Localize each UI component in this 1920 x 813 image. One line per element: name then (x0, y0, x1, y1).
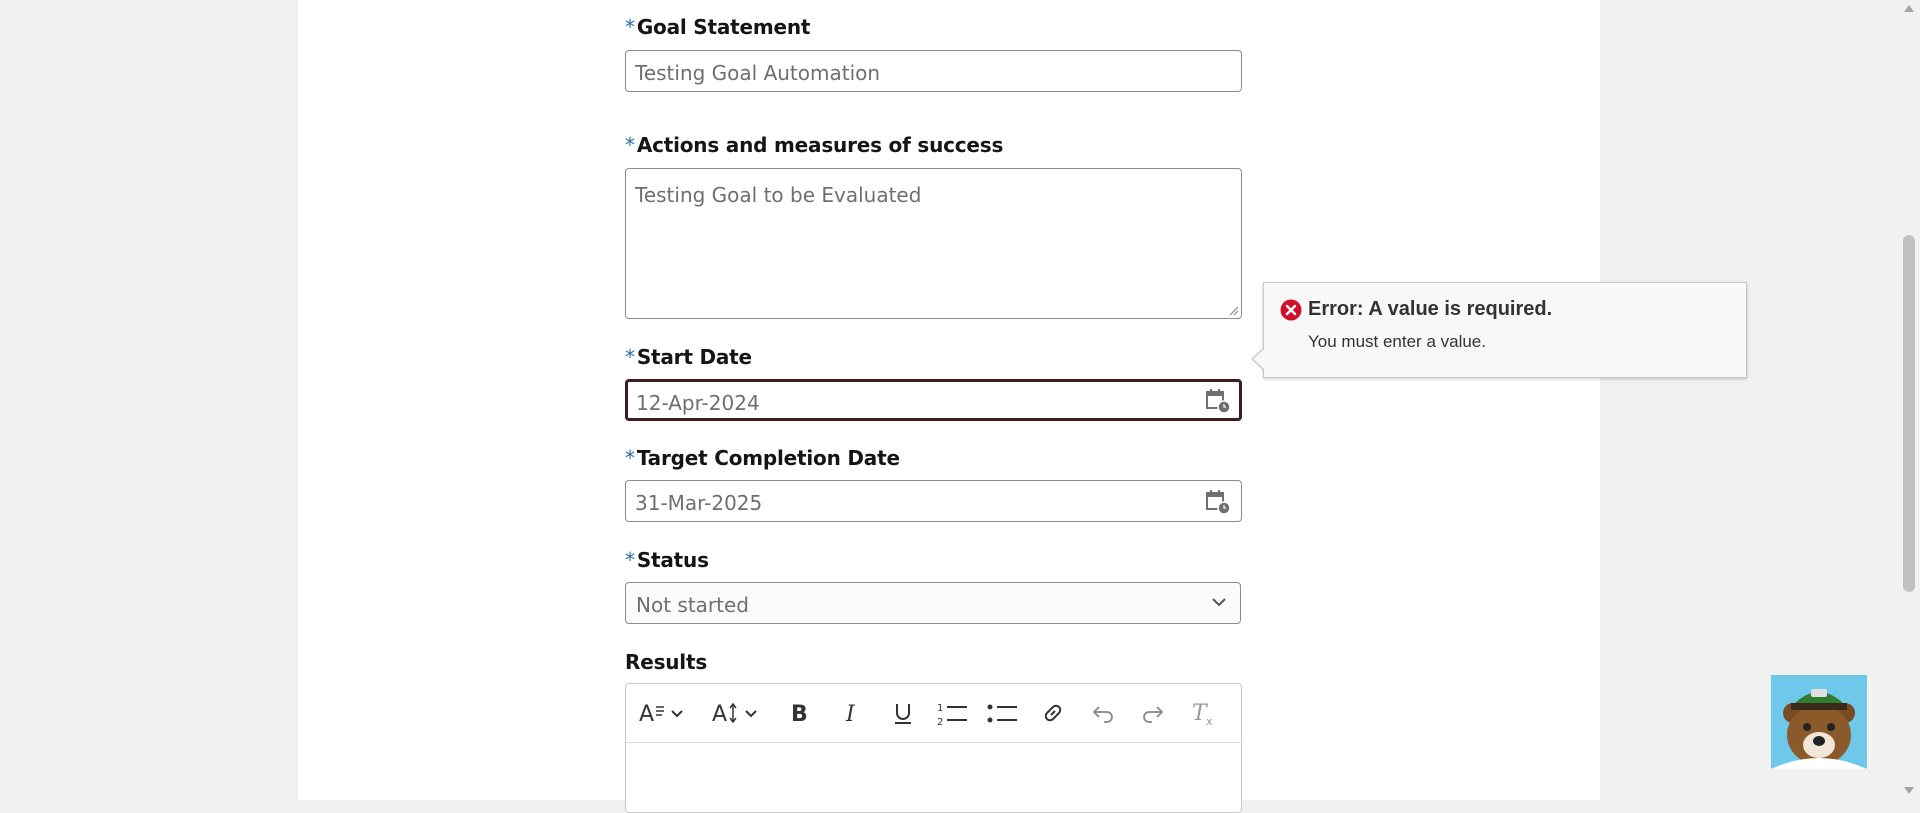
error-title: Error: A value is required. (1308, 298, 1553, 320)
bold-button[interactable]: B (785, 698, 815, 728)
numbered-list-icon: 1 2 (937, 703, 967, 728)
redo-button[interactable] (1138, 698, 1168, 728)
start-date-value: 12-Apr-2024 (636, 391, 760, 415)
target-date-label: * Target Completion Date (625, 446, 900, 470)
resize-handle-icon[interactable] (1229, 306, 1239, 316)
status-value: Not started (636, 593, 749, 617)
status-select[interactable]: Not started (625, 582, 1241, 624)
font-style-button[interactable]: A (639, 698, 685, 728)
target-date-value: 31-Mar-2025 (635, 491, 763, 515)
start-date-input[interactable]: 12-Apr-2024 (625, 379, 1242, 421)
tooltip-arrow-inner (1253, 348, 1265, 370)
required-marker: * (625, 15, 635, 39)
bulleted-list-button[interactable] (985, 698, 1019, 728)
actions-label: * Actions and measures of success (625, 133, 1003, 157)
bulleted-list-icon (987, 704, 1017, 723)
clear-formatting-icon: T x (1192, 701, 1213, 728)
results-editor[interactable]: A A B I 1 2 T x (625, 683, 1242, 813)
required-marker: * (625, 345, 635, 369)
svg-text:A: A (639, 702, 654, 727)
required-marker: * (625, 446, 635, 470)
status-label-text: Status (636, 548, 709, 572)
bold-icon: B (791, 702, 808, 727)
bear-mascot-icon (1771, 689, 1867, 769)
italic-icon: I (845, 702, 856, 727)
goal-statement-label-text: Goal Statement (636, 15, 811, 39)
start-date-label-text: Start Date (636, 345, 752, 369)
scroll-up-arrow-icon[interactable] (1903, 3, 1915, 13)
redo-icon (1143, 706, 1164, 723)
required-marker: * (625, 548, 635, 572)
svg-text:2: 2 (937, 717, 943, 728)
start-date-label: * Start Date (625, 345, 752, 369)
goal-statement-value: Testing Goal Automation (635, 61, 881, 85)
actions-textarea[interactable]: Testing Goal to be Evaluated (625, 168, 1242, 319)
calendar-icon[interactable] (1205, 388, 1231, 414)
actions-value: Testing Goal to be Evaluated (635, 183, 922, 207)
status-label: * Status (625, 548, 709, 572)
svg-text:1: 1 (937, 703, 943, 714)
numbered-list-button[interactable]: 1 2 (935, 698, 969, 728)
underline-button[interactable] (888, 698, 918, 728)
error-message: You must enter a value. (1308, 332, 1486, 351)
vertical-scrollbar[interactable] (1897, 0, 1920, 800)
scroll-down-arrow-icon[interactable] (1903, 786, 1915, 796)
font-style-icon: A (639, 702, 683, 727)
scrollbar-thumb[interactable] (1903, 235, 1915, 592)
svg-text:x: x (1206, 715, 1213, 728)
underline-icon (895, 704, 911, 724)
target-date-label-text: Target Completion Date (636, 446, 900, 470)
actions-label-text: Actions and measures of success (636, 133, 1004, 157)
chevron-down-icon (1212, 598, 1226, 607)
link-icon (1044, 704, 1062, 722)
italic-button[interactable]: I (837, 698, 867, 728)
calendar-icon[interactable] (1205, 489, 1231, 515)
undo-icon (1092, 706, 1113, 723)
goal-statement-label: * Goal Statement (625, 15, 810, 39)
error-icon (1280, 299, 1302, 321)
svg-text:I: I (845, 702, 856, 727)
required-marker: * (625, 133, 635, 157)
svg-text:B: B (791, 702, 808, 727)
clear-formatting-button[interactable]: T x (1188, 698, 1218, 728)
font-size-button[interactable]: A (712, 698, 760, 728)
undo-button[interactable] (1088, 698, 1118, 728)
target-date-input[interactable]: 31-Mar-2025 (625, 480, 1242, 522)
link-button[interactable] (1038, 698, 1068, 728)
svg-text:A: A (712, 702, 727, 727)
editor-toolbar: A A B I 1 2 T x (626, 684, 1241, 743)
error-tooltip: Error: A value is required. You must ent… (1251, 282, 1747, 378)
goal-statement-input[interactable]: Testing Goal Automation (625, 50, 1242, 92)
results-label: Results (625, 650, 708, 674)
chat-assistant-mascot[interactable] (1771, 675, 1867, 769)
font-size-icon: A (712, 702, 757, 727)
